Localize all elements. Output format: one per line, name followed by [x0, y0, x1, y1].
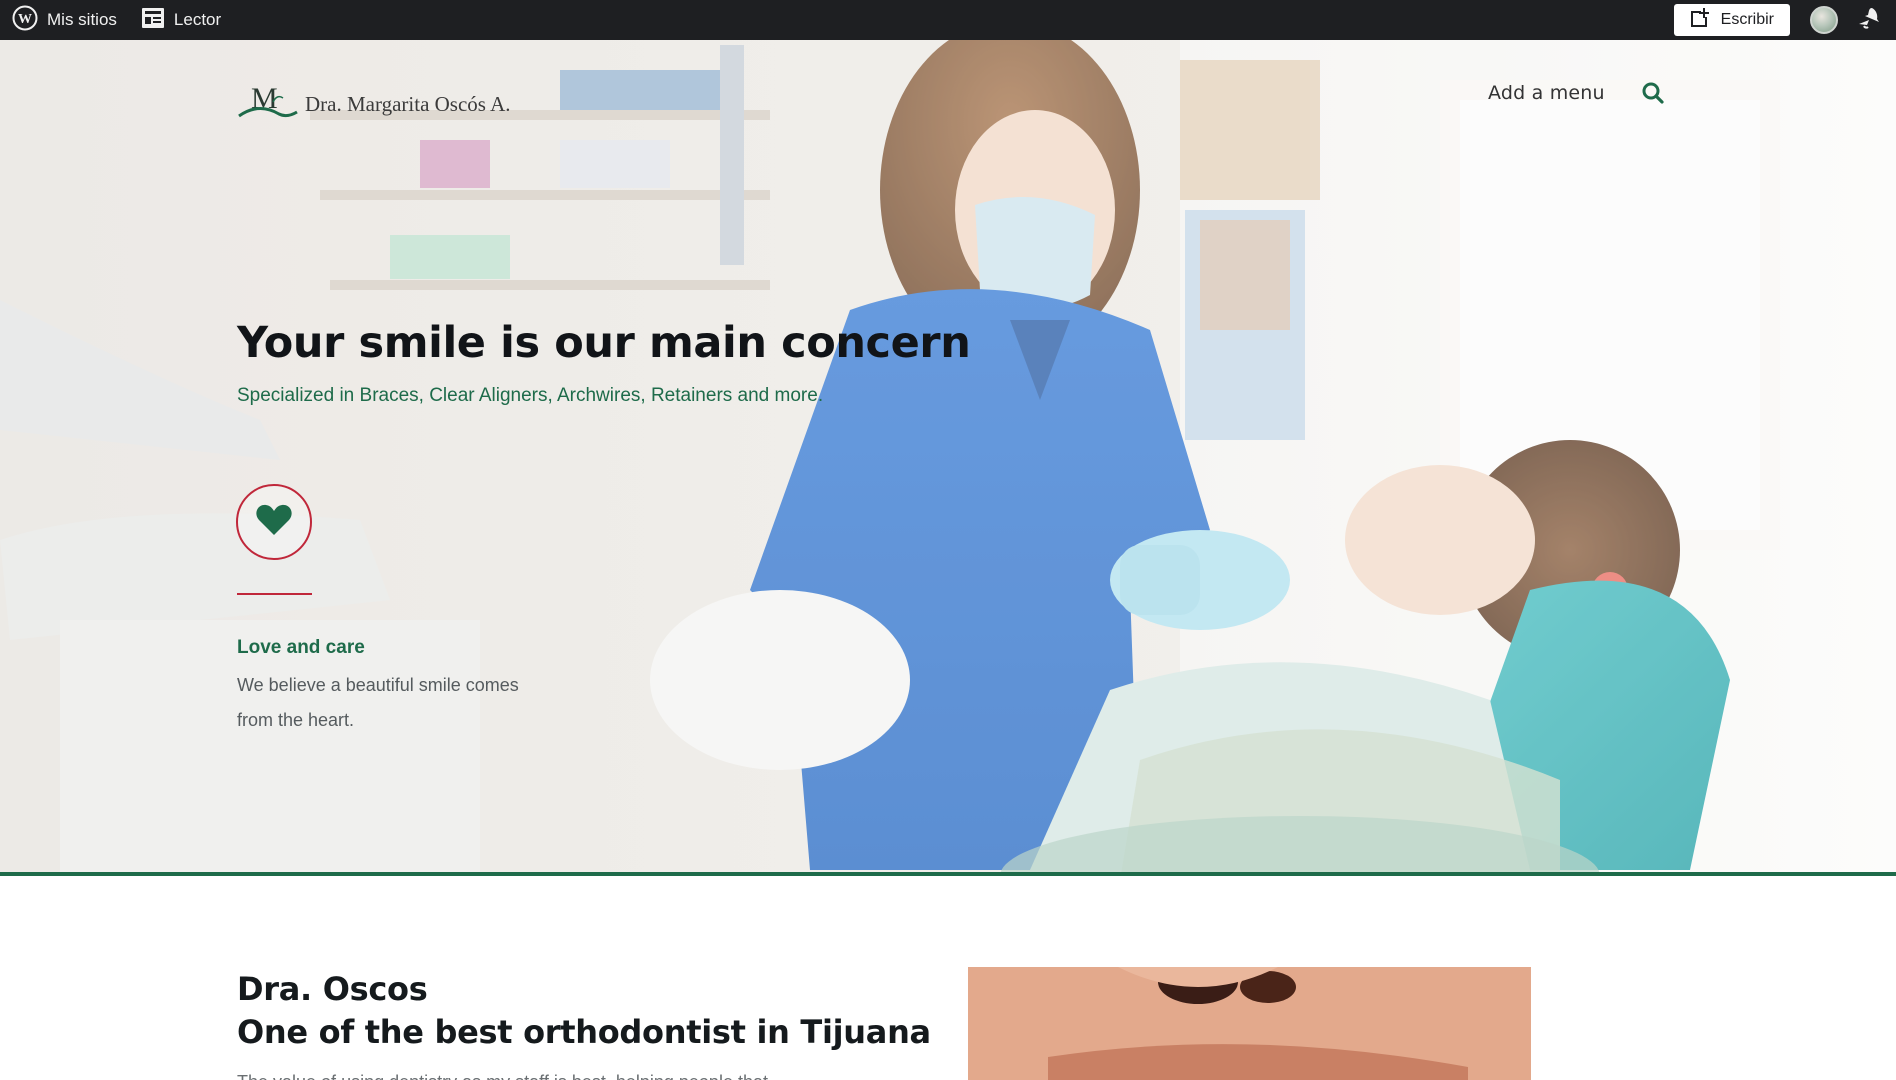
about-body: The value of using dentistry as my staff… — [237, 1068, 857, 1080]
heart-badge — [236, 484, 312, 560]
admin-bar: W Mis sitios Lector Escribir — [0, 0, 1896, 40]
logo-mark-icon: M — [237, 76, 299, 125]
add-menu-link[interactable]: Add a menu — [1488, 82, 1605, 104]
reader-label: Lector — [173, 10, 222, 29]
svg-text:W: W — [18, 12, 32, 27]
reader-button[interactable]: Lector — [129, 0, 233, 40]
avatar[interactable] — [1810, 6, 1838, 34]
notifications-bell-icon — [1856, 5, 1882, 36]
about-photo — [968, 967, 1531, 1080]
notifications-button[interactable] — [1856, 0, 1892, 40]
search-icon[interactable] — [1640, 80, 1666, 106]
feature-text: We believe a beautiful smile comes from … — [237, 675, 519, 730]
reader-icon — [141, 7, 165, 34]
write-post-icon — [1688, 6, 1712, 35]
hero-section: M Dra. Margarita Oscós A. Add a menu You… — [0, 40, 1896, 876]
hero-subtitle: Specialized in Braces, Clear Aligners, A… — [237, 385, 824, 406]
write-button[interactable]: Escribir — [1673, 4, 1790, 36]
feature-title: Love and care — [237, 637, 365, 658]
write-label: Escribir — [1720, 11, 1774, 28]
wordpress-logo-icon: W — [12, 5, 38, 36]
hero-overlay — [0, 40, 1896, 872]
heart-icon — [255, 503, 293, 542]
divider — [237, 593, 312, 595]
about-title-line1: Dra. Oscos — [237, 970, 428, 1008]
about-title-line2: One of the best orthodontist in Tijuana — [237, 1013, 931, 1051]
smile-closeup-image — [968, 967, 1531, 1080]
site-logo[interactable]: M Dra. Margarita Oscós A. — [237, 76, 510, 125]
my-sites-label: Mis sitios — [47, 10, 117, 29]
my-sites-button[interactable]: W Mis sitios — [0, 0, 129, 40]
site-name: Dra. Margarita Oscós A. — [305, 92, 511, 116]
hero-title: Your smile is our main concern — [237, 318, 971, 368]
about-title: Dra. Oscos One of the best orthodontist … — [237, 968, 931, 1054]
